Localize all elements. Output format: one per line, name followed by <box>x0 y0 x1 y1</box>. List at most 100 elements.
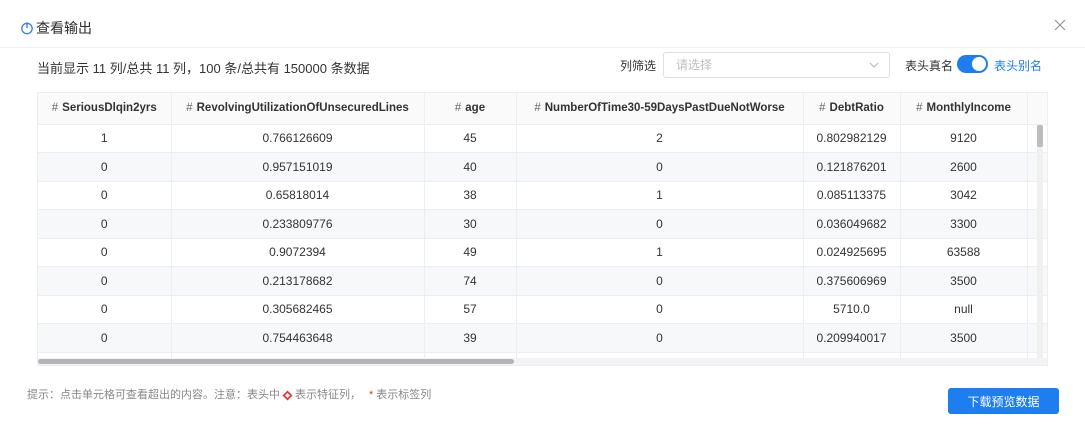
vertical-scrollbar-thumb[interactable] <box>1037 125 1043 147</box>
column-header-label: SeriousDlqin2yrs <box>62 102 157 115</box>
table-header-row: # SeriousDlqin2yrs # RevolvingUtilizationOf… <box>38 93 1048 125</box>
numeric-type-icon: # <box>534 102 541 115</box>
table-cell[interactable]: 0.957151019 <box>171 152 425 182</box>
feature-column-icon <box>282 390 293 400</box>
table-cell[interactable]: null <box>900 295 1028 324</box>
horizontal-scrollbar[interactable] <box>38 358 1047 365</box>
table-body: 1 0.766126609 45 2 0.802982129 9120 0 0.9571510… <box>38 124 1047 365</box>
table-cell[interactable]: 5710.0 <box>803 295 901 324</box>
table-cell[interactable]: 0 <box>516 295 804 324</box>
table-cell[interactable]: 45 <box>424 124 517 153</box>
table-cell[interactable]: 0.375606969 <box>803 266 901 296</box>
numeric-type-icon: # <box>1047 102 1048 114</box>
numeric-type-icon: # <box>186 102 193 115</box>
data-summary: 当前显示 11 列/总共 11 列，100 条/总共有 150000 条数据 <box>37 61 370 76</box>
column-header-label: MonthlyIncome <box>926 102 1011 115</box>
table-cell[interactable]: 74 <box>424 266 517 296</box>
table-cell[interactable]: 0 <box>516 152 804 182</box>
table-row: 0 0.213178682 74 0 0.375606969 3500 <box>38 266 1047 296</box>
table-cell[interactable]: 0.305682465 <box>171 295 425 324</box>
table-cell[interactable]: 0 <box>38 238 172 267</box>
table-cell[interactable]: 1 <box>38 124 172 153</box>
table-row: 0 0.754463648 39 0 0.209940017 3500 <box>38 323 1047 353</box>
numeric-type-icon: # <box>51 102 59 115</box>
table-cell[interactable]: 0 <box>38 323 172 353</box>
dialog-title-wrap: 查看输出 <box>20 20 92 36</box>
table-cell[interactable]: 3300 <box>900 209 1028 239</box>
power-icon <box>21 22 33 35</box>
table-row: 0 0.957151019 40 0 0.121876201 2600 <box>38 152 1047 182</box>
table-cell[interactable]: 0.754463648 <box>171 323 425 353</box>
table-cell[interactable]: 0 <box>38 266 172 296</box>
table-cell[interactable]: 2600 <box>900 152 1028 182</box>
table-cell[interactable]: 40 <box>424 152 517 182</box>
table-cell[interactable]: 30 <box>424 209 517 239</box>
table-row: 1 0.766126609 45 2 0.802982129 9120 <box>38 124 1047 153</box>
close-icon[interactable] <box>1053 18 1067 32</box>
table-cell[interactable]: 2 <box>516 124 804 153</box>
table-row: 0 0.305682465 57 0 5710.0 null <box>38 295 1047 324</box>
data-table: # SeriousDlqin2yrs # RevolvingUtilizationOf… <box>38 93 1048 365</box>
header-alias-label[interactable]: 表头别名 <box>994 58 1042 74</box>
table-cell[interactable]: 0.9072394 <box>171 238 425 267</box>
toggle-knob <box>972 57 986 71</box>
table-cell[interactable]: 3500 <box>900 323 1028 353</box>
column-header[interactable]: # DebtRatio <box>803 93 901 125</box>
table-cell[interactable]: 0.024925695 <box>803 238 901 267</box>
table-cell[interactable]: 0 <box>38 181 172 210</box>
table-cell[interactable]: 0.085113375 <box>803 181 901 210</box>
vertical-scrollbar[interactable] <box>1037 125 1043 365</box>
table-row: 0 0.9072394 49 1 0.024925695 63588 <box>38 238 1047 267</box>
column-header-label: RevolvingUtilizationOfUnsecuredLines <box>196 102 409 115</box>
download-preview-button[interactable]: 下载预览数据 <box>948 388 1059 414</box>
table-cell[interactable]: 3500 <box>900 266 1028 296</box>
dialog-header: 查看输出 <box>0 0 1085 48</box>
table-cell[interactable]: 0 <box>516 323 804 353</box>
table-cell[interactable]: 1 <box>516 238 804 267</box>
table-cell[interactable]: 0.65818014 <box>171 181 425 210</box>
column-header[interactable]: # SeriousDlqin2yrs <box>38 93 172 125</box>
table-cell[interactable]: 39 <box>424 323 517 353</box>
column-header[interactable]: # <box>1027 93 1048 125</box>
table-cell[interactable]: 0.233809776 <box>171 209 425 239</box>
column-filter-input[interactable] <box>674 57 854 73</box>
numeric-type-icon: # <box>819 102 826 115</box>
column-filter-select[interactable] <box>663 52 890 78</box>
table-cell[interactable]: 38 <box>424 181 517 210</box>
table-cell[interactable]: 0.036049682 <box>803 209 901 239</box>
table-cell[interactable]: 3042 <box>900 181 1028 210</box>
table-cell[interactable]: 49 <box>424 238 517 267</box>
table-cell[interactable]: 0 <box>516 209 804 239</box>
column-header[interactable]: # NumberOfTime30-59DaysPastDueNotWorse <box>516 93 804 125</box>
table-cell[interactable]: 1 <box>516 181 804 210</box>
header-name-toggle[interactable] <box>957 55 988 73</box>
table-cell[interactable]: 0.802982129 <box>803 124 901 153</box>
table-cell[interactable]: 9120 <box>900 124 1028 153</box>
tip-star: * <box>369 389 374 401</box>
horizontal-scrollbar-thumb[interactable] <box>38 359 514 364</box>
column-header-label: age <box>465 102 486 115</box>
table-cell[interactable]: 0.121876201 <box>803 152 901 182</box>
table-row: 0 0.233809776 30 0 0.036049682 3300 <box>38 209 1047 239</box>
table-cell[interactable]: 0.766126609 <box>171 124 425 153</box>
column-header-label: NumberOfTime30-59DaysPastDueNotWorse <box>544 102 785 115</box>
dialog-title: 查看输出 <box>36 20 92 36</box>
column-header[interactable]: # RevolvingUtilizationOfUnsecuredLines <box>171 93 425 125</box>
table-cell[interactable]: 0.209940017 <box>803 323 901 353</box>
table-cell[interactable]: 0 <box>516 266 804 296</box>
table-cell[interactable]: 57 <box>424 295 517 324</box>
table-cell[interactable]: 63588 <box>900 238 1028 267</box>
column-header[interactable]: # MonthlyIncome <box>900 93 1028 125</box>
table-cell[interactable]: 0 <box>38 152 172 182</box>
tip-prefix: 提示：点击单元格可查看超出的内容。注意：表头中 <box>27 389 280 401</box>
column-header-label: DebtRatio <box>829 102 884 115</box>
output-dialog: 查看输出 当前显示 11 列/总共 11 列，100 条/总共有 150000 … <box>0 0 1085 433</box>
column-header[interactable]: # age <box>424 93 517 125</box>
table-cell[interactable]: 0 <box>38 209 172 239</box>
tip-label-text: 表示标签列 <box>376 389 432 401</box>
table-cell[interactable]: 0.213178682 <box>171 266 425 296</box>
tip-feature-text: 表示特征列， <box>295 389 361 401</box>
header-realname-label: 表头真名 <box>905 59 954 73</box>
table-row: 0 0.65818014 38 1 0.085113375 3042 <box>38 181 1047 210</box>
table-cell[interactable]: 0 <box>38 295 172 324</box>
